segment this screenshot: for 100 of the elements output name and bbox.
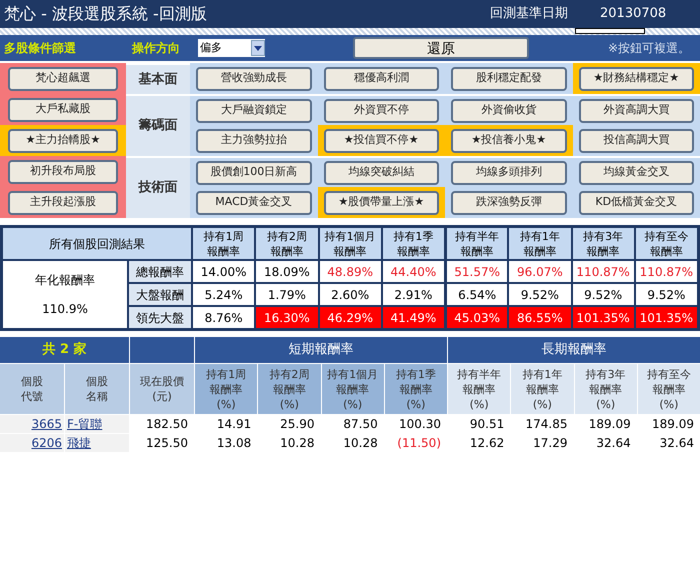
table-cell-text: 189.09 [588, 416, 632, 433]
table-cell: 110.87% [572, 260, 635, 283]
header-text: 持有3年 [583, 228, 624, 244]
table-cell: 86.55% [508, 306, 572, 329]
header-text: (%) [280, 396, 299, 412]
category-cell: 基本面 [126, 63, 190, 94]
hint-text: ※按鈕可複選。 [608, 40, 691, 57]
header-text: 報酬率 [526, 382, 559, 396]
header-text: (%) [216, 396, 236, 412]
table-cell-text: 182.50 [145, 416, 189, 433]
table-cell-text: 100.30 [398, 416, 442, 433]
table-cell: 8.76% [192, 306, 256, 329]
table-cell-text: 125.50 [145, 435, 189, 452]
header-text: 現在股價 [140, 374, 184, 389]
strategy-button[interactable]: 初升段布局股 [8, 160, 118, 184]
header-text: 報酬率 [210, 382, 243, 396]
strategy-button[interactable]: 均線多頭排列 [451, 160, 566, 184]
strategy-button[interactable]: MACD黃金交叉 [196, 190, 312, 214]
caret-icon [251, 40, 265, 56]
strategy-button[interactable]: 均線黃金交叉 [578, 160, 694, 184]
header-text: 報酬率 [396, 244, 430, 258]
strategy-button[interactable]: 跌深強勢反彈 [451, 190, 566, 214]
strategy-button[interactable]: 股利穩定配發 [451, 66, 566, 90]
table-cell: 14.00% [192, 260, 256, 283]
header-text: 個股 [21, 374, 43, 389]
table-cell: 1.79% [255, 283, 318, 306]
table-cell-text: 14.91 [216, 416, 252, 433]
row-header-cell: 大盤報酬 [128, 283, 192, 306]
header-text: 持有1季 [396, 366, 436, 382]
table-cell-text: (11.50) [396, 435, 442, 452]
strategy-button[interactable]: 大戶私藏股 [8, 98, 118, 122]
category-cell: 籌碼面 [126, 94, 190, 156]
strategy-button[interactable]: 外資高調大買 [578, 98, 694, 122]
table-cell-text: 32.64 [595, 435, 632, 452]
table-cell: 2.60% [318, 283, 382, 306]
date-label: 回測基準日期 [490, 5, 569, 24]
header-text: 持有半年 [455, 228, 500, 244]
strategy-button[interactable]: 股價創100日新高 [196, 160, 312, 184]
strategy-button[interactable]: 梵心超飆選 [8, 66, 118, 90]
header-text: 報酬率 [334, 244, 367, 258]
header-text: (元) [152, 389, 172, 404]
group-header: 長期報酬率 [448, 337, 700, 363]
strategy-button[interactable]: 主力強勢拉抬 [196, 128, 312, 152]
table-cell: 51.57% [445, 260, 508, 283]
table-cell: 46.29% [318, 306, 382, 329]
strategy-button[interactable]: ★主力抬轎股★ [8, 128, 118, 152]
strategy-button[interactable]: 主升段起漲股 [8, 190, 118, 214]
header-text: 持有2周 [266, 228, 307, 244]
header-text: 持有1周 [204, 228, 244, 244]
header-text: 持有1年 [520, 228, 560, 244]
table-cell-text: 189.09 [651, 416, 695, 433]
table-cell: 41.49% [382, 306, 445, 329]
strategy-button[interactable]: 穩優高利潤 [324, 66, 439, 90]
header-text: 報酬率 [652, 382, 686, 396]
header-text: 報酬率 [589, 382, 622, 396]
mini-field [575, 28, 645, 34]
table-cell: 9.52% [572, 283, 635, 306]
table-cell: 110.87% [634, 260, 698, 283]
strategy-button[interactable]: ★投信買不停★ [324, 128, 439, 152]
reset-button[interactable]: 還原 [353, 37, 529, 59]
table-cell: 96.07% [508, 260, 572, 283]
header-text: (%) [596, 396, 616, 412]
header-text: 報酬率 [336, 382, 370, 396]
count-header: 共 2 家 [0, 337, 129, 363]
header-text: 持有2周 [269, 366, 310, 382]
strategy-button[interactable]: 投信高調大買 [578, 128, 694, 152]
table-cell-text: 17.29 [532, 435, 568, 452]
strategy-button[interactable]: ★財務結構穩定★ [578, 66, 694, 90]
row-header-cell: 總報酬率 [128, 260, 192, 283]
date-value: 20130708 [600, 5, 668, 24]
strategy-button[interactable]: ★投信養小鬼★ [451, 128, 566, 152]
strategy-button[interactable]: 外資買不停 [324, 98, 439, 122]
header-text: 報酬率 [207, 244, 240, 258]
strategy-button[interactable]: ★股價帶量上漲★ [324, 190, 439, 214]
strategy-button[interactable]: 外資偷收貨 [451, 98, 566, 122]
table-header-cell: 所有個股回測結果 [2, 227, 192, 260]
header-text: (%) [470, 396, 489, 412]
header-text: 代號 [21, 389, 43, 404]
header-text: 名稱 [86, 389, 108, 404]
table-cell: 6.54% [445, 283, 508, 306]
window-title: 梵心 - 波段選股系統 -回測版 [4, 3, 208, 25]
direction-label: 操作方向 [132, 40, 181, 57]
table-cell-text: 87.50 [342, 416, 379, 433]
header-text: 報酬率 [272, 382, 306, 396]
header-text: 持有至今 [644, 228, 688, 244]
strategy-button[interactable]: 均線突破糾結 [324, 160, 439, 184]
table-cell-text: 32.64 [658, 435, 695, 452]
table-cell: 18.09% [255, 260, 318, 283]
header-text: (%) [532, 396, 552, 412]
filter-label: 多股條件篩選 [3, 40, 77, 57]
table-cell: 45.03% [445, 306, 508, 329]
table-cell-text: 25.90 [279, 416, 316, 433]
strategy-button[interactable]: 營收強勁成長 [196, 66, 312, 90]
strategy-button[interactable]: 大戶融資鎖定 [196, 98, 312, 122]
table-cell: 5.24% [192, 283, 256, 306]
direction-select[interactable]: 偏多 [198, 39, 265, 57]
table-cell: 2.91% [382, 283, 445, 306]
header-text: 持有1個月 [324, 228, 376, 244]
strategy-button[interactable]: KD低檔黃金交叉 [578, 190, 694, 214]
table-cell: 16.30% [255, 306, 318, 329]
